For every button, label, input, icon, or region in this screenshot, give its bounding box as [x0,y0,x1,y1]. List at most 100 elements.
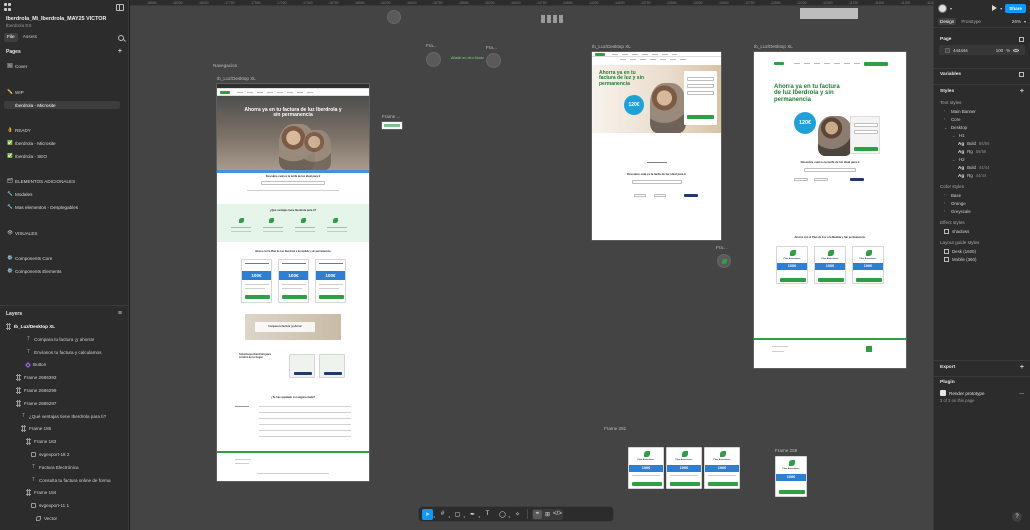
layer-item[interactable]: Button [0,360,124,369]
page-item[interactable]: 🗂 ELEMENTOS ADICIONALES [4,177,120,185]
style-group[interactable]: › Orange [934,199,1030,207]
style-subgroup[interactable]: ⌄ H2 [934,155,1030,163]
effect-style-item[interactable]: shadows [934,227,1030,235]
label-navegacion[interactable]: Navegacion [213,63,237,68]
search-icon[interactable] [118,34,124,41]
frame-259-card[interactable]: Plan Aracsiones 100€ [775,456,807,497]
minus-icon[interactable]: — [1019,391,1024,396]
style-group[interactable]: › Base [934,191,1030,199]
label-frame-281[interactable]: Frame 281 [604,426,626,431]
page-opacity[interactable]: 100 [996,48,1003,53]
actions-tool[interactable]: ✧ [512,509,523,520]
style-group[interactable]: › Main Banner [934,107,1030,115]
style-group[interactable]: › Greyscale [934,207,1030,215]
page-item[interactable]: ⚙️ Components Core [4,254,120,262]
style-group[interactable]: ⌄ Desktop [934,123,1030,131]
page-item[interactable]: 👁 VISUALES [4,229,120,237]
chevron-down-icon[interactable]: ▾ [1000,6,1002,11]
comment-tool[interactable]: ◯ ▾ [497,509,510,520]
share-button[interactable]: Share [1005,3,1026,13]
text-style-item[interactable]: Ag Bold 56/56 [934,139,1030,147]
text-style-item[interactable]: Ag Rg 56/56 [934,147,1030,155]
layer-item[interactable]: T Factura Electrónica [0,463,124,472]
page-color-value[interactable]: 444444 [953,48,968,53]
image-frame[interactable] [800,8,858,19]
layer-item[interactable]: Vector [0,514,124,523]
design-mode-icon[interactable]: ⌖ [533,509,542,519]
canvas-node[interactable] [387,10,401,24]
tab-prototype[interactable]: Prototype [959,18,983,25]
layout-style-item[interactable]: Desk (1600) [934,247,1030,255]
label-frame-small[interactable]: Frame ... [382,114,400,119]
small-frame[interactable] [382,122,402,129]
export-header[interactable]: Export + [934,361,1030,374]
variables-header[interactable]: Variables [934,69,1030,80]
move-tool[interactable]: ➤ ▾ [422,508,435,520]
page-item[interactable]: 👌 READY [4,126,120,134]
page-color-field[interactable]: 444444 100 % [939,45,1025,55]
tab-design[interactable]: Design [938,18,957,25]
mini-icons-group[interactable] [541,15,563,23]
frame-tool[interactable]: # ▾ [437,509,450,520]
layer-item[interactable]: Frame 183 [0,437,124,446]
page-item[interactable]: ⚙️ Components Elements [4,267,120,275]
tab-assets[interactable]: Assets [20,33,40,42]
team-name[interactable]: Iberdrola ES [0,22,128,31]
help-button[interactable]: ? [1012,512,1022,522]
layout-style-item[interactable]: Mobile (360) [934,255,1030,263]
dev-mode-icon[interactable]: </> [553,510,562,519]
plan-card[interactable]: Plan Aracsiones 100€ [704,447,740,489]
layer-item[interactable]: Ib_Luz/Desktop XL [0,322,124,331]
zoom-level[interactable]: 26% [1012,19,1021,24]
prototype-mode-icon[interactable]: ⊞ [543,510,552,519]
file-name[interactable]: Iberdrola_Mi_Iberdrola_MAY25 VICTOR [0,14,128,22]
figma-menu-icon[interactable] [4,3,12,11]
layer-item[interactable]: Frame 185 [0,424,124,433]
text-tool[interactable]: T [482,509,493,520]
page-item[interactable]: ✏️ WIP [4,88,120,96]
plugin-item[interactable]: Render prototype — [934,388,1030,398]
layer-item[interactable]: svgexport-18 2 [0,450,124,459]
label-right-frame[interactable]: Ib_Luz/Desktop XL [754,44,793,49]
text-style-item[interactable]: Ag Bold 44/44 [934,163,1030,171]
pen-tool[interactable]: ✒ ▾ [467,509,480,520]
style-group[interactable]: › Core [934,115,1030,123]
circle-frame[interactable] [717,254,731,268]
layer-item[interactable]: Frame 184 [0,488,124,497]
add-style-icon[interactable]: + [1020,88,1024,95]
page-item[interactable]: 🔧 Modales [4,190,120,198]
present-icon[interactable] [992,5,998,11]
style-subgroup[interactable]: ⌄ H1 [934,131,1030,139]
page-item[interactable]: 🔧 Mas elementos - Desplegables [4,203,120,211]
layer-item[interactable]: svgexport-11 1 [0,501,124,510]
text-style-item[interactable]: Ag Rg 44/44 [934,171,1030,179]
page-item[interactable]: Iberdrola - Microsite [4,101,120,109]
mid-desktop-frame[interactable]: Ahorra ya en tu factura de luz y sin per… [592,52,721,240]
user-avatar[interactable] [938,3,947,13]
eye-icon[interactable] [1013,48,1019,52]
add-export-icon[interactable]: + [1020,364,1024,371]
variables-icon[interactable] [1019,72,1024,77]
page-item[interactable]: ✅ Iberdrola - Microsite [4,139,120,147]
label-frame-259[interactable]: Frame 259 [775,448,797,453]
tab-file[interactable]: File [4,33,18,42]
add-page-icon[interactable]: + [118,48,122,55]
layer-item[interactable]: T Compara tu factura ¡y ahorra! [0,335,124,344]
shape-tool[interactable]: ▢ ▾ [452,509,465,520]
label-fra-2[interactable]: Fra... [486,45,497,50]
page-item[interactable]: ✅ Iberdrola - SEO [4,152,120,160]
canvas[interactable]: -18500 -18250 -18000 -17750 -17500 -17250 -170… [130,0,933,530]
page-item[interactable]: 🖼 Cover [4,62,120,70]
layer-item[interactable]: T Consulta tu factura online de forma [0,476,124,485]
layer-item[interactable]: Frame 2686393 [0,373,124,382]
chevron-down-icon[interactable]: ▾ [1024,19,1026,24]
label-main-frame[interactable]: Ib_Luz/Desktop XL [217,76,256,81]
frame-281[interactable]: Plan Aracsiones 100€ Plan Aracsiones 100€ Pl… [628,447,742,489]
label-fra-3[interactable]: Fra... [716,245,727,250]
chevron-down-icon[interactable]: ▾ [950,6,952,11]
layer-item[interactable]: T Envíanos tu factura y calculamos [0,348,124,357]
circle-frame[interactable] [426,52,441,67]
circle-frame[interactable] [486,53,501,68]
toggle-sidebar-icon[interactable] [116,3,124,11]
label-fra-1[interactable]: Fra... [426,43,437,48]
